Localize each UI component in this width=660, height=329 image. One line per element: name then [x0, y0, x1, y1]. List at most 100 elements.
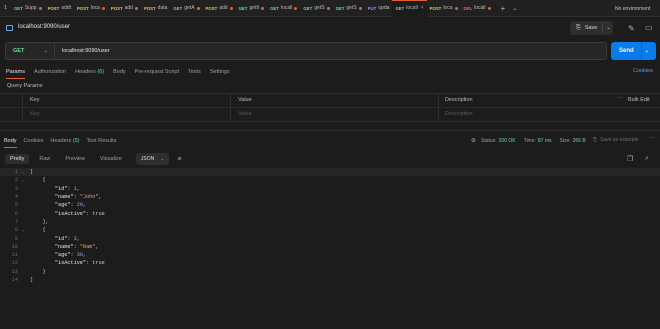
request-tab[interactable]: PUT upda — [365, 0, 393, 17]
code-line: 10 "name": "Ram", — [0, 243, 660, 251]
query-params-label: Query Params — [7, 83, 43, 89]
copy-icon[interactable]: ❐ — [627, 155, 633, 163]
time-value[interactable]: 87 ms — [538, 138, 552, 144]
tab-tests[interactable]: Tests — [188, 69, 201, 75]
params-key-input[interactable]: Key — [30, 111, 39, 117]
tab-index: 1 — [4, 5, 8, 11]
response-tab-body[interactable]: Body — [4, 138, 17, 148]
save-label: Save — [584, 25, 598, 31]
response-body-editor[interactable]: 1 ⌄[2 ⌄ {3 "id": 1, 4 "name": "John", 5 "age… — [0, 168, 660, 284]
size-value[interactable]: 266 B — [573, 138, 586, 144]
more-icon[interactable]: ⋯ — [617, 96, 623, 102]
chevron-down-icon[interactable]: ⌄ — [645, 48, 649, 54]
fold-chevron-icon[interactable]: ⌄ — [18, 170, 28, 175]
params-value-input[interactable]: Value — [238, 111, 252, 117]
line-number: 1 — [14, 169, 18, 176]
code-line: 11 "age": 30, — [0, 251, 660, 259]
code-line: 1 ⌄[ — [0, 168, 660, 177]
language-select[interactable]: JSON ⌄ — [135, 153, 170, 165]
request-tab[interactable]: GET locall × — [392, 0, 427, 17]
code-text: "id": 1, — [54, 185, 80, 192]
url-input[interactable]: localhost:9090/user — [54, 42, 607, 60]
close-icon[interactable]: × — [421, 5, 424, 11]
code-line: 3 "id": 1, — [0, 185, 660, 193]
globe-icon: ⊕ — [471, 138, 477, 144]
code-text: }, — [42, 218, 49, 225]
new-tab-icon[interactable]: + — [501, 4, 506, 13]
status-value[interactable]: 200 OK — [499, 138, 516, 144]
tab-headers[interactable]: Headers (6) — [75, 69, 104, 75]
tab-body[interactable]: Body — [113, 69, 126, 75]
tab-label: Settings — [209, 69, 230, 75]
request-tab[interactable]: POST loca — [74, 0, 108, 17]
tab-label: Headers — [75, 69, 96, 75]
time-label: Time: — [523, 137, 536, 144]
tab-method: GET — [303, 5, 313, 11]
request-tab[interactable]: POST loca — [427, 0, 461, 17]
format-raw[interactable]: Raw — [34, 154, 55, 164]
tab-pre-request-script[interactable]: Pre-request Script — [135, 69, 179, 75]
request-tab[interactable]: POST add — [203, 0, 236, 17]
fold-chevron-icon[interactable]: ⌄ — [18, 178, 28, 183]
response-toolbar: Pretty Raw Preview Visualize JSON ⌄ ≡ — [5, 153, 182, 165]
unsaved-dot — [196, 6, 200, 10]
unsaved-dot — [358, 6, 362, 10]
code-line: 2 ⌄ { — [0, 176, 660, 184]
bulk-edit-button[interactable]: Bulk Edit — [628, 97, 650, 103]
tab-name: locall — [281, 5, 293, 11]
request-tab[interactable]: POST data — [141, 0, 170, 17]
wrap-lines-icon[interactable]: ≡ — [177, 156, 181, 163]
format-preview[interactable]: Preview — [60, 154, 90, 164]
send-button[interactable]: Send ⌄ — [611, 42, 656, 60]
line-number: 2 — [14, 177, 18, 184]
tab-label: Headers — [50, 138, 72, 144]
request-tab[interactable]: GET getIt — [236, 0, 268, 17]
request-tab[interactable]: GET locall — [267, 0, 300, 17]
tab-settings[interactable]: Settings — [210, 69, 230, 75]
response-tab-test-results[interactable]: Test Results — [86, 138, 116, 144]
cookies-link[interactable]: Cookies — [633, 68, 653, 74]
format-pretty[interactable]: Pretty — [5, 154, 30, 164]
params-value-header: Value — [238, 97, 252, 103]
tab-method: GET — [335, 5, 345, 11]
tab-overflow-icon[interactable]: ⌄ — [512, 5, 517, 12]
response-tab-headers[interactable]: Headers (5) — [50, 138, 79, 144]
params-table-divider — [0, 107, 660, 108]
method-label: GET — [13, 48, 25, 54]
response-tab-cookies[interactable]: Cookies — [24, 138, 44, 144]
unsaved-dot — [38, 6, 42, 10]
chevron-down-icon[interactable]: ⌄ — [606, 25, 610, 31]
save-as-example-button[interactable]: ⎘ Save as example — [593, 137, 638, 143]
request-tab[interactable]: GET getA — [170, 0, 202, 17]
search-icon[interactable]: ⌕ — [645, 155, 649, 163]
tab-label: Authorization — [33, 69, 67, 75]
tab-label: Pre-request Script — [134, 69, 179, 75]
unsaved-dot — [454, 6, 458, 10]
tab-params[interactable]: Params — [6, 69, 25, 79]
request-tab[interactable]: POST addt — [45, 0, 74, 17]
code-text: "isActive": true — [54, 260, 105, 267]
request-tab[interactable]: POST add — [108, 0, 141, 17]
params-description-input[interactable]: Description — [445, 111, 473, 117]
edit-icon[interactable]: ✎ — [628, 24, 635, 33]
fold-chevron-icon[interactable]: ⌄ — [18, 228, 28, 233]
request-tab[interactable]: GET getS — [333, 0, 365, 17]
language-label: JSON — [140, 156, 155, 162]
save-button[interactable]: ⎘ Save ⌄ — [570, 21, 613, 35]
more-icon[interactable]: ⋯ — [650, 136, 656, 142]
request-tab[interactable]: GET Supp — [11, 0, 45, 17]
environment-select[interactable]: No environment — [615, 0, 650, 17]
request-tab[interactable]: GET getS — [300, 0, 332, 17]
line-number: 8 — [14, 227, 18, 234]
format-visualize[interactable]: Visualize — [95, 154, 127, 164]
tab-method: POST — [47, 5, 60, 11]
request-tab[interactable]: DEL locall — [461, 0, 494, 17]
code-text: "name": "Ram", — [54, 243, 99, 250]
code-text: { — [42, 177, 46, 184]
tab-authorization[interactable]: Authorization — [34, 69, 66, 75]
format-tabs: Pretty Raw Preview Visualize — [5, 154, 132, 164]
method-select[interactable]: GET ⌄ — [5, 42, 54, 60]
code-line: 6 "isActive": true — [0, 209, 660, 217]
tab-method: DEL — [463, 5, 473, 11]
comment-icon[interactable]: ▭ — [645, 23, 653, 32]
